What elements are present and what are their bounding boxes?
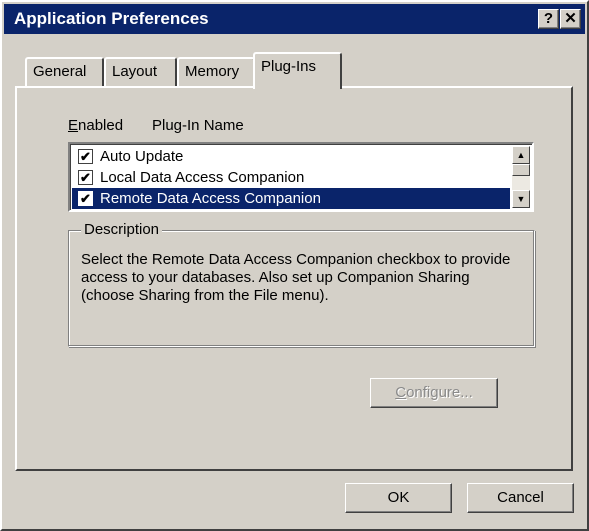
cancel-button[interactable]: Cancel: [467, 483, 574, 513]
scroll-thumb[interactable]: [512, 164, 530, 176]
description-group: Description Select the Remote Data Acces…: [68, 221, 535, 347]
plugin-name: Remote Data Access Companion: [100, 190, 321, 207]
list-scrollbar[interactable]: ▲ ▼: [512, 146, 530, 208]
tab-layout[interactable]: Layout: [104, 57, 177, 87]
list-item-remote-data-access[interactable]: ✔ Remote Data Access Companion: [72, 188, 510, 209]
window-title: Application Preferences: [14, 9, 209, 28]
plugin-name: Local Data Access Companion: [100, 169, 305, 186]
scroll-up-arrow-icon[interactable]: ▲: [512, 146, 530, 164]
plugin-listbox[interactable]: ✔ Auto Update ✔ Local Data Access Compan…: [68, 142, 534, 212]
scroll-down-arrow-icon[interactable]: ▼: [512, 190, 530, 208]
plugin-checkbox[interactable]: ✔: [78, 170, 93, 185]
title-bar[interactable]: Application Preferences ? ✕: [4, 4, 585, 34]
plugin-checkbox[interactable]: ✔: [78, 191, 93, 206]
ok-button[interactable]: OK: [345, 483, 452, 513]
enabled-header-text: nabled: [78, 117, 124, 134]
help-button[interactable]: ?: [538, 9, 559, 29]
plugin-name: Auto Update: [100, 148, 184, 165]
list-item-auto-update[interactable]: ✔ Auto Update: [72, 146, 510, 167]
configure-accel-letter: C: [395, 384, 407, 401]
configure-label: onfigure...: [406, 384, 473, 401]
description-title: Description: [81, 221, 163, 239]
description-text: Select the Remote Data Access Companion …: [81, 251, 511, 304]
tab-general[interactable]: General: [25, 57, 104, 87]
configure-button: Configure...: [370, 378, 498, 408]
enabled-accel-letter: E: [68, 117, 79, 134]
tab-memory[interactable]: Memory: [177, 57, 255, 87]
plugin-checkbox[interactable]: ✔: [78, 149, 93, 164]
tab-plugins[interactable]: Plug-Ins: [253, 52, 342, 89]
column-header-plugin-name: Plug-In Name: [152, 117, 244, 134]
column-header-enabled: Enabled: [68, 117, 123, 134]
list-item-local-data-access[interactable]: ✔ Local Data Access Companion: [72, 167, 510, 188]
close-button[interactable]: ✕: [560, 9, 581, 29]
